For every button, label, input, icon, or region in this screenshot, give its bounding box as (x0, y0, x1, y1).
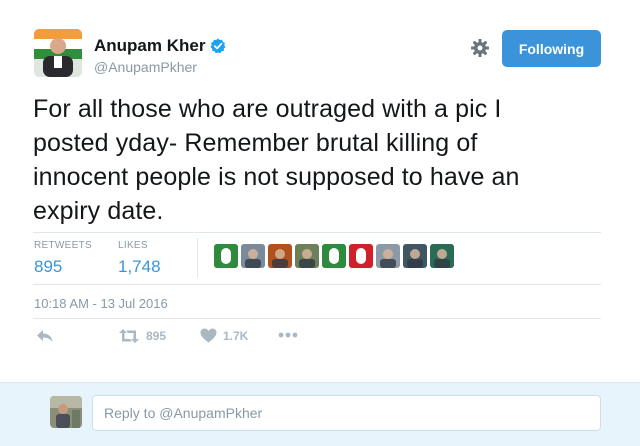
retweets-stat[interactable]: RETWEETS 895 (34, 240, 92, 277)
heart-icon[interactable] (200, 328, 217, 343)
author-avatar[interactable] (34, 29, 82, 77)
divider (33, 318, 601, 319)
reply-placeholder: Reply to @AnupamPkher (104, 405, 263, 421)
following-button[interactable]: Following (502, 30, 601, 67)
retweet-icon[interactable] (118, 328, 140, 344)
liker-avatar-red[interactable] (349, 244, 373, 268)
liker-avatar-green[interactable] (214, 244, 238, 268)
author-handle[interactable]: @AnupamPkher (94, 59, 197, 75)
retweets-label: RETWEETS (34, 240, 92, 251)
tweet-text-line: innocent people is not supposed to have … (33, 163, 520, 191)
liker-avatar-photo[interactable] (241, 244, 265, 268)
divider (33, 284, 601, 285)
liker-avatars (214, 244, 454, 268)
retweet-action[interactable]: 895 (118, 328, 166, 344)
more-action[interactable] (278, 332, 298, 338)
liker-avatar-photo[interactable] (403, 244, 427, 268)
tweet-timestamp[interactable]: 10:18 AM - 13 Jul 2016 (34, 296, 168, 311)
likes-count[interactable]: 1,748 (118, 257, 161, 277)
author-name-row[interactable]: Anupam Kher (94, 36, 226, 56)
tweet-card: Anupam Kher @AnupamPkher Following For a… (0, 0, 640, 382)
likes-stat[interactable]: LIKES 1,748 (118, 240, 161, 277)
retweets-count[interactable]: 895 (34, 257, 92, 277)
divider (33, 232, 601, 233)
tweet-actions: 895 1.7K (34, 328, 334, 348)
tweet-text-line: expiry date. (33, 197, 164, 225)
tweet-text: For all those who are outraged with a pi… (33, 92, 603, 228)
reply-action[interactable] (36, 328, 54, 344)
like-count: 1.7K (223, 328, 249, 343)
verified-badge-icon (210, 38, 226, 54)
reply-input[interactable]: Reply to @AnupamPkher (92, 395, 601, 431)
gear-icon[interactable] (470, 38, 490, 58)
liker-avatar-photo[interactable] (430, 244, 454, 268)
author-name[interactable]: Anupam Kher (94, 36, 205, 56)
likes-label: LIKES (118, 240, 148, 251)
more-icon[interactable] (278, 332, 298, 338)
stats-separator (197, 238, 198, 278)
liker-avatar-photo[interactable] (268, 244, 292, 268)
retweet-count: 895 (146, 329, 167, 343)
liker-avatar-photo[interactable] (376, 244, 400, 268)
liker-avatar-green[interactable] (322, 244, 346, 268)
liker-avatar-photo[interactable] (295, 244, 319, 268)
tweet-text-line: posted yday- Remember brutal killing of (33, 129, 478, 157)
current-user-avatar (50, 396, 82, 428)
reply-icon[interactable] (36, 328, 54, 344)
tweet-text-line: For all those who are outraged with a pi… (33, 95, 502, 123)
like-action[interactable]: 1.7K (200, 328, 248, 343)
